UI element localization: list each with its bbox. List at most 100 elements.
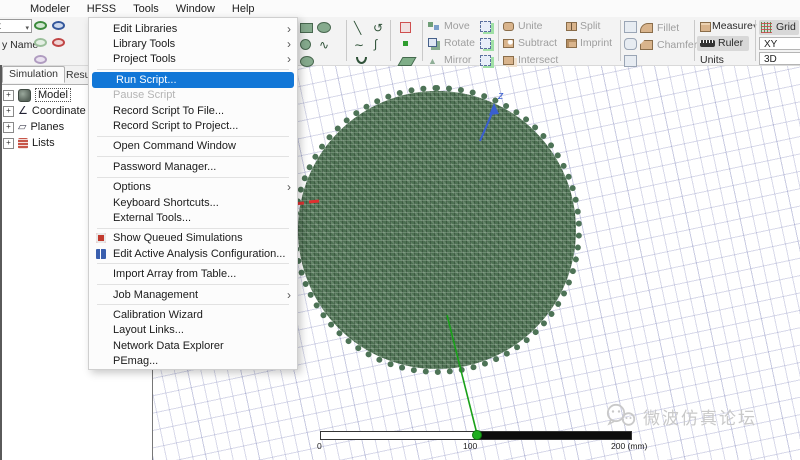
menu-modeler[interactable]: Modeler [30, 3, 70, 15]
chamfer-icon[interactable] [640, 40, 653, 50]
expand-icon[interactable]: + [3, 106, 14, 117]
view-plane-dropdown[interactable]: XY [759, 37, 800, 50]
expand-icon[interactable]: + [3, 90, 14, 101]
tree-item-lists[interactable]: + Lists [3, 135, 55, 151]
tree-item-coordinate-systems[interactable]: + ∠ Coordinate Sy [3, 103, 102, 119]
duplicate-along-line-icon[interactable] [480, 21, 491, 32]
tab-results[interactable]: Resu [66, 69, 91, 81]
menu-item-job-management[interactable]: Job Management › [89, 287, 297, 302]
subtract-button[interactable]: Subtract [518, 37, 557, 50]
move-icon[interactable] [428, 22, 433, 27]
measure-icon[interactable] [700, 22, 711, 32]
menu-item-import-array-from-table[interactable]: Import Array from Table... [89, 266, 297, 281]
tools-menu: Edit Libraries › Library Tools › Project… [88, 17, 298, 370]
view-mode-dropdown[interactable]: 3D [759, 52, 800, 65]
plane-tool-icon[interactable] [397, 57, 416, 66]
arc-tool-icon[interactable] [356, 57, 367, 64]
array-model[interactable] [292, 85, 582, 375]
menu-item-password-manager[interactable]: Password Manager... [89, 159, 297, 174]
circle-tool-icon[interactable] [300, 39, 311, 50]
rotate-button[interactable]: Rotate [444, 37, 475, 50]
units-button[interactable]: Units [700, 54, 724, 67]
expand-icon[interactable]: + [3, 138, 14, 149]
menu-hfss[interactable]: HFSS [87, 3, 116, 15]
menu-item-keyboard-shortcuts[interactable]: Keyboard Shortcuts... [89, 195, 297, 210]
toolbar-separator [422, 20, 423, 61]
spline-tool-icon[interactable]: ∫ [374, 38, 377, 50]
duplicate-mirror-icon[interactable] [480, 55, 491, 66]
imprint-button[interactable]: Imprint [580, 37, 612, 50]
menu-item-open-command-window[interactable]: Open Command Window [89, 139, 297, 154]
menu-item-network-data-explorer[interactable]: Network Data Explorer [89, 338, 297, 353]
split-icon[interactable] [566, 22, 577, 31]
wechat-logo-icon [605, 403, 637, 429]
duplicate-around-axis-icon[interactable] [480, 38, 491, 49]
menu-separator [97, 156, 289, 157]
hide-inactive-icon[interactable] [34, 55, 47, 64]
menu-item-edit-libraries[interactable]: Edit Libraries › [89, 21, 297, 36]
subtract-icon[interactable] [503, 39, 514, 48]
menu-item-record-script-to-file[interactable]: Record Script To File... [89, 103, 297, 118]
coordinate-system-icon: ∠ [18, 106, 28, 117]
sweep-tool-icon[interactable]: ∿ [319, 39, 329, 51]
extend-face-icon[interactable] [624, 21, 637, 33]
imprint-icon[interactable] [566, 39, 577, 48]
menu-item-layout-links[interactable]: Layout Links... [89, 323, 297, 338]
menu-tools[interactable]: Tools [133, 3, 159, 15]
cylinder-tool-icon[interactable] [300, 56, 314, 67]
point-tool-icon[interactable] [403, 41, 408, 46]
select-object-dropdown[interactable]: ct ▾ [0, 19, 32, 33]
intersect-button[interactable]: Intersect [518, 54, 558, 67]
tree-item-model[interactable]: + Model [3, 87, 71, 103]
toolbar-separator [390, 20, 391, 61]
menu-item-options[interactable]: Options › [89, 180, 297, 195]
menu-item-record-script-to-project[interactable]: Record Script to Project... [89, 118, 297, 133]
unite-icon[interactable] [503, 22, 514, 31]
menu-help[interactable]: Help [232, 3, 255, 15]
split-button[interactable]: Split [580, 20, 600, 33]
menu-item-run-script[interactable]: Run Script... [92, 72, 294, 87]
menu-item-show-queued-simulations[interactable]: Show Queued Simulations [89, 231, 297, 246]
ellipse-tool-icon[interactable] [317, 22, 331, 33]
hide-all-icon[interactable] [52, 38, 65, 47]
show-all-icon[interactable] [34, 38, 47, 47]
offset-face-icon[interactable] [624, 38, 637, 50]
menu-item-calibration-wizard[interactable]: Calibration Wizard [89, 307, 297, 322]
unite-button[interactable]: Unite [518, 20, 543, 33]
intersect-icon[interactable] [503, 56, 514, 65]
menu-separator [97, 304, 289, 305]
box-tool-icon[interactable] [400, 22, 411, 33]
rectangle-tool-icon[interactable] [300, 23, 313, 33]
spiral-tool-icon[interactable]: ↺ [373, 22, 383, 34]
submenu-arrow-icon: › [287, 38, 291, 50]
fillet-icon[interactable] [640, 23, 653, 33]
mirror-icon[interactable]: ▲ [428, 57, 437, 66]
menu-item-pemag[interactable]: PEmag... [89, 353, 297, 368]
menu-item-external-tools[interactable]: External Tools... [89, 210, 297, 225]
submenu-arrow-icon: › [287, 53, 291, 65]
toolbar-separator [755, 20, 756, 61]
thicken-sheet-icon[interactable] [624, 55, 637, 67]
menu-window[interactable]: Window [176, 3, 215, 15]
expand-icon[interactable]: + [3, 122, 14, 133]
move-button[interactable]: Move [444, 20, 470, 33]
menu-item-edit-active-analysis-configuration[interactable]: Edit Active Analysis Configuration... [89, 246, 297, 261]
fillet-button[interactable]: Fillet [657, 22, 679, 35]
tab-simulation[interactable]: Simulation [2, 66, 65, 83]
polyline-tool-icon[interactable]: ∼ [354, 39, 364, 51]
rotate-icon[interactable] [428, 38, 437, 47]
menu-item-library-tools[interactable]: Library Tools › [89, 36, 297, 51]
by-name-label[interactable]: y Name [2, 39, 38, 52]
active-view-visibility-icon[interactable] [52, 21, 65, 30]
tree-item-label: Model [35, 88, 71, 102]
tree-item-label: Planes [30, 121, 64, 133]
mirror-button[interactable]: Mirror [444, 54, 471, 67]
chamfer-button[interactable]: Chamfer [657, 39, 697, 52]
tree-item-label: Lists [32, 137, 55, 149]
menu-item-project-tools[interactable]: Project Tools › [89, 52, 297, 67]
show-selection-icon[interactable] [34, 21, 47, 30]
measure-button[interactable]: Measure [712, 20, 753, 33]
tree-item-planes[interactable]: + ▱ Planes [3, 119, 64, 135]
queued-simulations-icon [96, 233, 106, 243]
line-tool-icon[interactable]: ╲ [354, 22, 361, 34]
